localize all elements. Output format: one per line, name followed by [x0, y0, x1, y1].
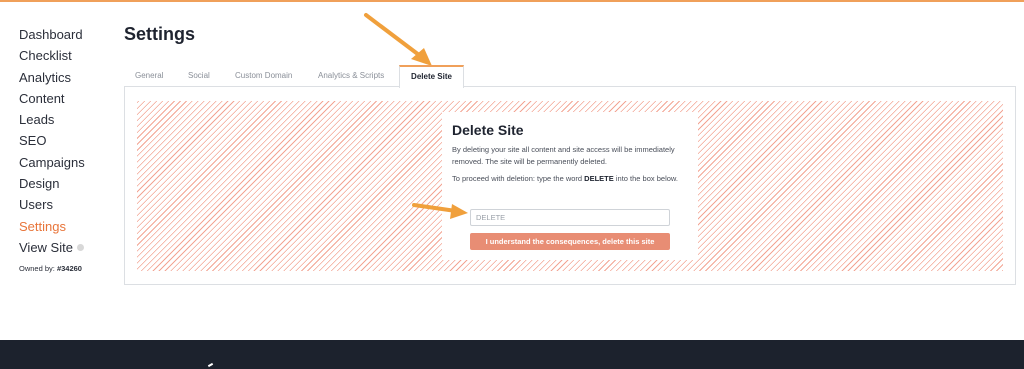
delete-site-card: Delete Site By deleting your site all co… — [442, 112, 698, 260]
arrow-to-delete-tab — [364, 13, 432, 66]
sidebar-item-settings[interactable]: Settings — [19, 216, 119, 237]
tab-general[interactable]: General — [135, 65, 163, 87]
owner-id: #34260 — [56, 264, 82, 274]
delete-instruction-prefix: To proceed with deletion: type the word — [452, 174, 583, 183]
sidebar-item-seo[interactable]: SEO — [19, 130, 119, 151]
sidebar-item-checklist[interactable]: Checklist — [19, 45, 119, 66]
delete-site-title: Delete Site — [452, 122, 524, 138]
top-accent-line — [0, 0, 1024, 2]
sidebar-item-leads[interactable]: Leads — [19, 109, 119, 130]
owned-by-label: Owned by: #34260 — [19, 264, 119, 273]
tab-delete-site[interactable]: Delete Site — [399, 65, 464, 88]
delete-instruction: To proceed with deletion: type the word … — [452, 173, 688, 184]
sidebar-item-content[interactable]: Content — [19, 88, 119, 109]
sidebar-item-view-site-label: View Site — [19, 239, 73, 255]
delete-instruction-suffix: into the box below. — [615, 174, 678, 183]
sidebar-item-campaigns[interactable]: Campaigns — [19, 152, 119, 173]
sidebar-item-view-site[interactable]: View Site — [19, 237, 119, 258]
page-title: Settings — [124, 24, 196, 44]
tab-custom-domain[interactable]: Custom Domain — [235, 65, 292, 87]
settings-tabs: General Social Custom Domain Analytics &… — [124, 65, 1016, 88]
sidebar-item-dashboard[interactable]: Dashboard — [19, 24, 119, 45]
delete-site-description: By deleting your site all content and si… — [452, 145, 675, 166]
delete-keyword: DELETE — [584, 174, 614, 183]
tab-analytics-scripts[interactable]: Analytics & Scripts — [318, 65, 384, 87]
delete-site-button[interactable]: I understand the consequences, delete th… — [470, 233, 670, 250]
footer-logo-mark — [207, 362, 214, 368]
owned-by-prefix: Owned by: — [19, 264, 55, 274]
external-link-icon — [76, 244, 84, 252]
delete-confirm-input[interactable] — [470, 209, 670, 226]
sidebar-item-analytics[interactable]: Analytics — [19, 67, 119, 88]
sidebar-item-users[interactable]: Users — [19, 194, 119, 215]
sidebar-item-design[interactable]: Design — [19, 173, 119, 194]
page-footer — [0, 340, 1024, 369]
sidebar-nav: Dashboard Checklist Analytics Content Le… — [19, 24, 119, 273]
tab-social[interactable]: Social — [188, 65, 210, 87]
